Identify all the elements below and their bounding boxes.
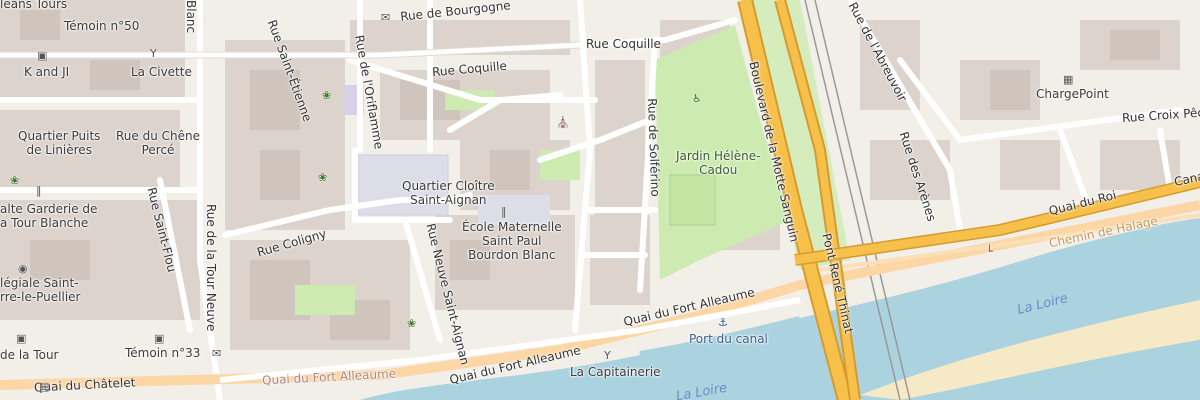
garden-icon[interactable]: ❀ — [322, 90, 331, 101]
place-label-halte-garderie: alte Garderie de a Tour Blanche — [0, 202, 97, 230]
place-label-k-and-ji: K and JI — [24, 65, 70, 79]
map-base-layer[interactable] — [0, 0, 1200, 400]
small-park-2 — [295, 285, 355, 315]
place-label-de-la-tour: de la Tour — [0, 348, 59, 362]
map-view[interactable]: Rue de Bourgogne Rue Coquille Rue Coquil… — [0, 0, 1200, 400]
place-label-rue-du-chene-line1: Rue du Chêne — [116, 129, 200, 143]
place-label-halte-garderie-line1: alte Garderie de — [0, 202, 98, 216]
place-label-rue-du-chene-line2: Percé — [141, 143, 175, 157]
place-label-halte-garderie-line2: a Tour Blanche — [0, 216, 89, 230]
place-label-port-du-canal: Port du canal — [689, 332, 768, 346]
bank-icon-3[interactable]: ▣ — [16, 333, 26, 344]
place-label-jardin-helene-cadou: Jardin Hélène- Cadou — [676, 149, 760, 177]
place-label-quartier-puits: Quartier Puits de Linières — [18, 129, 100, 157]
place-label-ecole-line2: Saint Paul — [482, 234, 542, 248]
bar-icon[interactable]: Y — [150, 48, 157, 59]
place-label-la-civette: La Civette — [131, 65, 192, 79]
bus-stop-icon[interactable]: ▤ — [39, 381, 49, 392]
garden-plot — [669, 174, 716, 226]
bank-icon-2[interactable]: ▣ — [154, 333, 164, 344]
kindergarten-icon[interactable]: ‖ — [36, 185, 42, 196]
street-label-rue-coquille: Rue Coquille — [586, 37, 661, 51]
mailbox-icon[interactable]: ✉ — [381, 12, 390, 23]
place-label-temoin-50: Témoin n°50 — [64, 19, 140, 33]
place-label-ecole-line1: École Maternelle — [462, 220, 562, 234]
marina-icon[interactable]: ⚓ — [718, 317, 728, 328]
school-icon[interactable]: ‖ — [501, 206, 507, 217]
charging-station-icon[interactable]: ▦ — [1063, 74, 1073, 85]
place-label-quartier-puits-line2: de Linières — [26, 143, 92, 157]
place-label-quartier-puits-line1: Quartier Puits — [18, 129, 101, 143]
playground-icon[interactable]: ♿ — [692, 93, 702, 104]
place-label-jardin-line2: Cadou — [699, 163, 738, 177]
bank-icon[interactable]: ▣ — [37, 50, 47, 61]
place-label-quartier-cloitre-line2: Saint-Aignan — [410, 193, 487, 207]
place-of-worship-icon[interactable]: ⛪ — [556, 117, 570, 128]
place-label-jardin-line1: Jardin Hélène- — [676, 149, 761, 163]
place-label-collegiale: légiale Saint- rre-le-Puellier — [0, 276, 80, 304]
place-label-orleans-tours: léans Tours — [0, 0, 68, 11]
place-label-ecole-maternelle: École Maternelle Saint Paul Bourdon Blan… — [462, 220, 562, 262]
street-label-blanc: Blanc — [184, 0, 198, 34]
place-label-collegiale-line1: légiale Saint- — [0, 276, 79, 290]
street-label-rue-tour-neuve: Rue de la Tour Neuve — [204, 204, 218, 332]
place-label-quartier-cloitre: Quartier Cloître Saint-Aignan — [402, 179, 495, 207]
museum-icon[interactable]: ◉ — [18, 263, 28, 274]
place-label-la-capitainerie: La Capitainerie — [570, 365, 661, 379]
mailbox-icon-2[interactable]: ✉ — [212, 348, 221, 359]
place-label-rue-du-chene: Rue du Chêne Percé — [116, 129, 200, 157]
place-label-chargepoint: ChargePoint — [1036, 87, 1109, 101]
place-label-temoin-33: Témoin n°33 — [125, 346, 201, 360]
garden-icon-4[interactable]: ❀ — [407, 318, 416, 329]
garden-icon-3[interactable]: ❀ — [318, 172, 327, 183]
waypoint-icon[interactable]: └ — [986, 246, 993, 257]
garden-icon-2[interactable]: ❀ — [10, 175, 19, 186]
place-label-ecole-line3: Bourdon Blanc — [468, 248, 556, 262]
bar-icon-2[interactable]: Y — [604, 350, 611, 361]
place-label-collegiale-line2: rre-le-Puellier — [0, 290, 81, 304]
place-label-quartier-cloitre-line1: Quartier Cloître — [402, 179, 495, 193]
